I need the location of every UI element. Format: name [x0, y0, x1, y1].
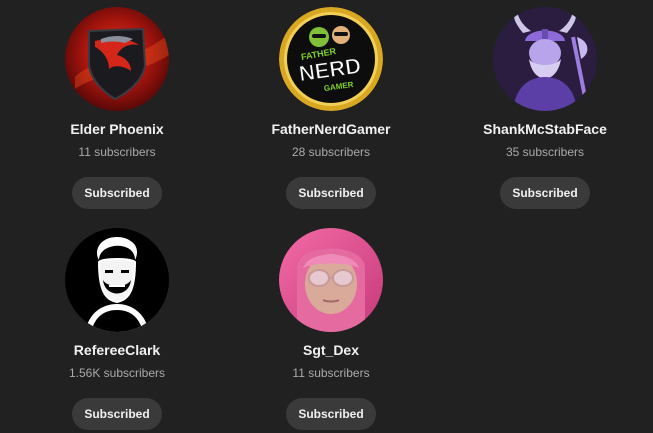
- channel-avatar[interactable]: [279, 228, 383, 332]
- subscribed-button[interactable]: Subscribed: [500, 177, 590, 209]
- subscribed-button[interactable]: Subscribed: [72, 177, 162, 209]
- channel-name[interactable]: RefereeClark: [74, 341, 160, 359]
- subscribed-button[interactable]: Subscribed: [286, 398, 376, 430]
- phoenix-shield-icon: [65, 7, 169, 111]
- channel-card: Sgt_Dex 11 subscribers Subscribed: [241, 228, 421, 430]
- nerd-gamer-logo-icon: FATHER NERD GAMER: [279, 7, 383, 111]
- channel-card: FATHER NERD GAMER FatherNerdGamer 28 sub…: [241, 7, 421, 209]
- channel-card: RefereeClark 1.56K subscribers Subscribe…: [27, 228, 207, 430]
- channel-card: ShankMcStabFace 35 subscribers Subscribe…: [455, 7, 635, 209]
- channel-avatar[interactable]: [65, 228, 169, 332]
- channel-avatar[interactable]: [493, 7, 597, 111]
- subscriber-count: 35 subscribers: [505, 145, 585, 159]
- channel-avatar[interactable]: FATHER NERD GAMER: [279, 7, 383, 111]
- viking-warrior-icon: [493, 7, 597, 111]
- channel-name[interactable]: FatherNerdGamer: [271, 120, 390, 138]
- subscriber-count: 1.56K subscribers: [68, 366, 166, 380]
- subscriber-count: 11 subscribers: [78, 145, 156, 159]
- channel-avatar[interactable]: [65, 7, 169, 111]
- person-photo-icon: [279, 228, 383, 332]
- channel-card: Elder Phoenix 11 subscribers Subscribed: [27, 7, 207, 209]
- channel-name[interactable]: Sgt_Dex: [303, 341, 359, 359]
- subscriber-count: 28 subscribers: [291, 145, 371, 159]
- channel-name[interactable]: ShankMcStabFace: [483, 120, 607, 138]
- subscribed-button[interactable]: Subscribed: [72, 398, 162, 430]
- bearded-man-illustration-icon: [65, 228, 169, 332]
- subscribed-button[interactable]: Subscribed: [286, 177, 376, 209]
- channel-grid: Elder Phoenix 11 subscribers Subscribed …: [0, 0, 653, 433]
- channel-name[interactable]: Elder Phoenix: [70, 120, 163, 138]
- subscriber-count: 11 subscribers: [292, 366, 370, 380]
